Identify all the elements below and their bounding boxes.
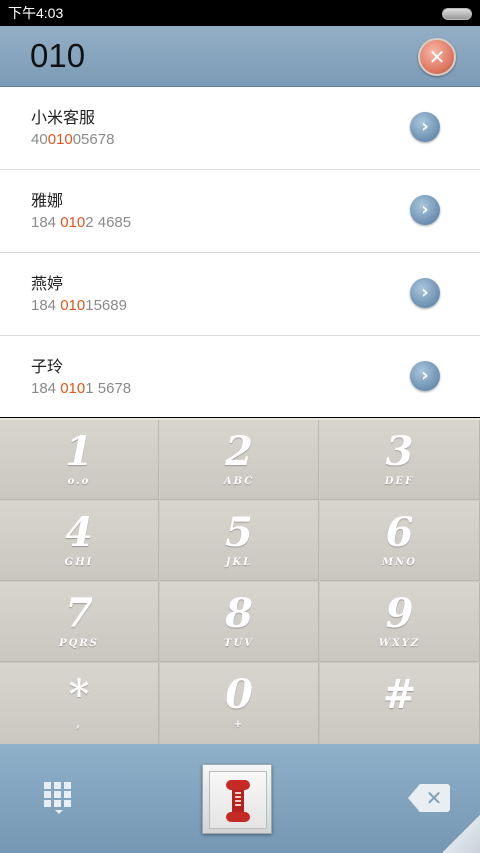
number-match-highlight: 010 [60, 297, 86, 314]
contact-number: 184 01015689 [31, 297, 127, 314]
number-match-highlight: 010 [60, 214, 86, 231]
key-digit: # [382, 671, 417, 718]
key-2[interactable]: 2 ABC [160, 420, 319, 500]
key-letters: DEF [384, 476, 415, 487]
key-digit: 4 [65, 509, 93, 556]
number-match-highlight: 010 [60, 380, 86, 397]
key-digit: 5 [225, 509, 253, 556]
contact-row[interactable]: 燕婷 184 01015689 › [0, 253, 480, 336]
key-3[interactable]: 3 DEF [320, 420, 480, 500]
key-letters: PQRS [59, 638, 99, 649]
key-letters: GHI [64, 557, 94, 568]
contact-name: 雅娜 [31, 191, 64, 210]
page-curl-decoration [442, 815, 480, 853]
key-letters: o.o [67, 476, 91, 487]
contact-row[interactable]: 雅娜 184 0102 4685 › [0, 170, 480, 253]
key-digit: * [68, 671, 90, 718]
clear-number-button[interactable]: ✕ [418, 38, 456, 76]
contact-number: 4001005678 [31, 131, 115, 148]
status-time: 下午4:03 [8, 5, 64, 21]
key-4[interactable]: 4 GHI [0, 501, 159, 581]
key-digit: 7 [65, 590, 93, 637]
backspace-button[interactable]: ✕ [408, 784, 452, 812]
key-digit: 1 [65, 428, 93, 475]
battery-icon [442, 8, 472, 20]
chevron-right-icon: › [421, 199, 429, 220]
dial-header: 010 ✕ [0, 26, 480, 87]
contact-row[interactable]: 子玲 184 0101 5678 › [0, 336, 480, 419]
key-1[interactable]: 1 o.o [0, 420, 159, 500]
chevron-right-icon: › [421, 282, 429, 303]
key-letters: , [76, 719, 82, 730]
key-digit: 8 [225, 590, 253, 637]
contact-name: 小米客服 [31, 108, 96, 127]
key-6[interactable]: 6 MNO [320, 501, 480, 581]
key-star[interactable]: * , [0, 663, 159, 746]
status-bar: 下午4:03 [0, 0, 480, 26]
key-letters: MNO [382, 557, 417, 568]
contact-number: 184 0101 5678 [31, 380, 132, 397]
key-digit: 6 [385, 509, 414, 556]
number-match-highlight: 010 [47, 131, 73, 148]
contact-detail-button[interactable]: › [410, 112, 440, 142]
key-0[interactable]: 0 + [160, 663, 319, 746]
key-digit: 2 [225, 428, 253, 475]
dial-action-bar: ✕ [0, 744, 480, 853]
contact-name: 子玲 [31, 357, 64, 376]
keypad-toggle-button[interactable] [44, 782, 74, 814]
phone-icon [226, 780, 250, 822]
contact-name: 燕婷 [31, 274, 64, 293]
key-letters: + [233, 719, 245, 730]
chevron-right-icon: › [421, 365, 429, 386]
key-5[interactable]: 5 JKL [160, 501, 319, 581]
contact-detail-button[interactable]: › [410, 361, 440, 391]
contact-number: 184 0102 4685 [31, 214, 132, 231]
key-letters: ABC [223, 476, 255, 487]
call-button[interactable] [202, 764, 272, 834]
key-9[interactable]: 9 WXYZ [320, 582, 480, 662]
contact-suggestion-list: 小米客服 4001005678 › 雅娜 184 0102 4685 › 燕婷 … [0, 87, 480, 419]
close-icon: ✕ [428, 45, 446, 69]
contact-row[interactable]: 小米客服 4001005678 › [0, 87, 480, 170]
key-7[interactable]: 7 PQRS [0, 582, 159, 662]
dialed-number: 010 [30, 37, 86, 74]
contact-detail-button[interactable]: › [410, 195, 440, 225]
key-letters: JKL [225, 557, 253, 568]
dial-keypad: 1 o.o 2 ABC 3 DEF 4 GHI 5 JKL 6 MNO 7 PQ… [0, 418, 480, 746]
key-letters: TUV [224, 638, 254, 649]
key-digit: 9 [385, 590, 414, 637]
key-digit: 3 [385, 428, 414, 475]
chevron-right-icon: › [421, 116, 429, 137]
key-letters: WXYZ [378, 638, 421, 649]
key-hash[interactable]: # [320, 663, 480, 746]
contact-detail-button[interactable]: › [410, 278, 440, 308]
key-digit: 0 [225, 671, 253, 718]
key-8[interactable]: 8 TUV [160, 582, 319, 662]
